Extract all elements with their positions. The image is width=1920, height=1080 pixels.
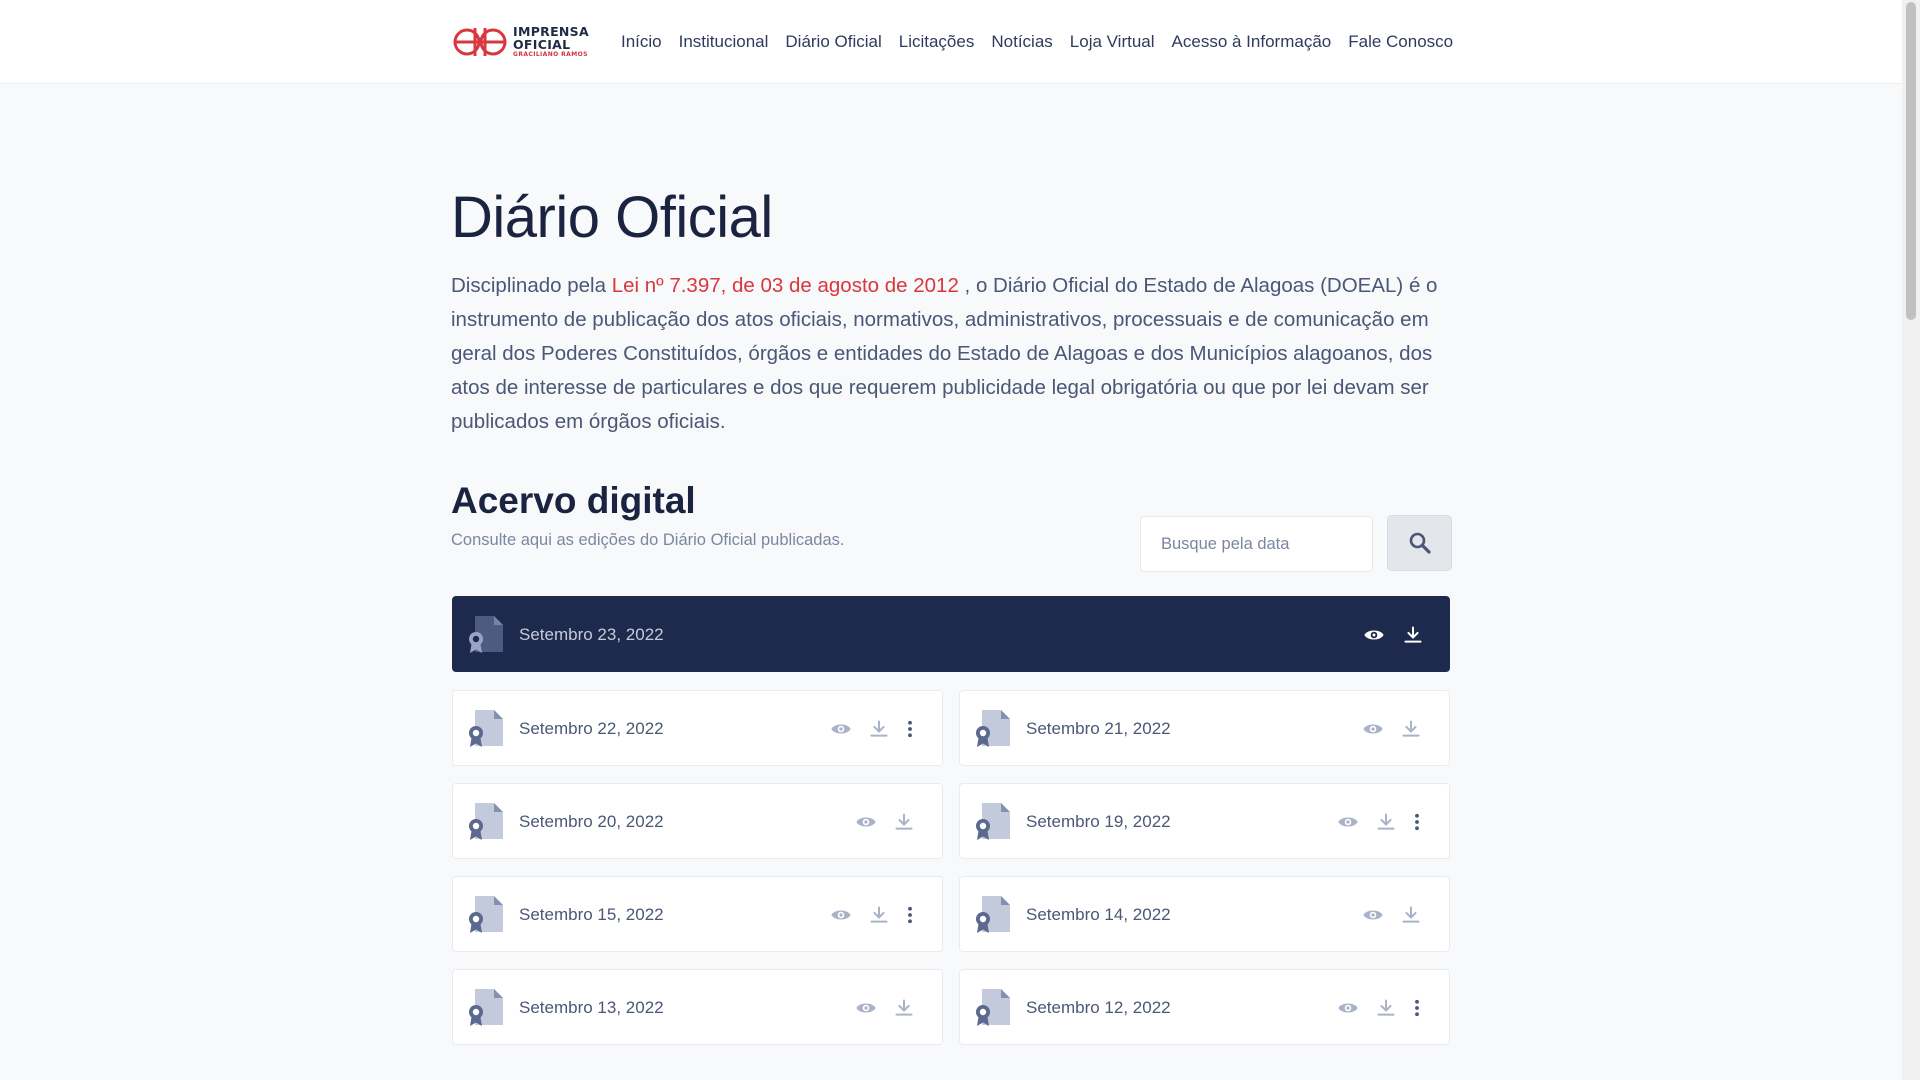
download-button[interactable]: [892, 810, 916, 834]
logo-line-3: GRACILIANO RAMOS: [513, 51, 588, 58]
main-nav: Início Institucional Diário Oficial Lici…: [621, 32, 1453, 52]
view-button[interactable]: [854, 810, 878, 834]
download-icon: [1377, 813, 1395, 830]
nav-noticias[interactable]: Notícias: [991, 32, 1052, 52]
download-button[interactable]: [892, 996, 916, 1020]
logo-emblem-icon: [453, 28, 507, 56]
download-icon: [1402, 720, 1420, 737]
download-icon: [1404, 626, 1422, 643]
edition-date: Setembro 15, 2022: [519, 905, 664, 924]
intro-text-after: , o Diário Oficial do Estado de Alagoas …: [451, 274, 1438, 433]
edition-card[interactable]: Setembro 12, 2022: [959, 969, 1450, 1045]
page-scrollbar[interactable]: [1902, 0, 1920, 1080]
acervo-title: Acervo digital: [451, 480, 696, 521]
logo-line-2: OFICIAL: [513, 36, 571, 52]
more-vertical-icon: [908, 720, 912, 738]
acervo-subtitle: Consulte aqui as edições do Diário Ofici…: [451, 531, 845, 549]
intro-text-before: Disciplinado pela: [451, 274, 612, 297]
edition-date: Setembro 20, 2022: [519, 812, 664, 831]
more-vertical-icon: [1415, 999, 1419, 1017]
view-button[interactable]: [1336, 810, 1360, 834]
more-options-button[interactable]: [898, 717, 922, 741]
edition-card[interactable]: Setembro 22, 2022: [452, 690, 943, 766]
eye-icon: [1364, 630, 1384, 640]
nav-institucional[interactable]: Institucional: [679, 32, 769, 52]
eye-icon: [831, 910, 851, 920]
edition-date: Setembro 22, 2022: [519, 719, 664, 738]
intro-paragraph: Disciplinado pela Lei nº 7.397, de 03 de…: [451, 269, 1451, 439]
eye-icon: [1338, 817, 1358, 827]
edition-date: Setembro 19, 2022: [1026, 812, 1171, 831]
more-vertical-icon: [1415, 813, 1419, 831]
scrollbar-thumb[interactable]: [1906, 2, 1916, 320]
download-icon: [1377, 999, 1395, 1016]
document-ribbon-icon: [469, 989, 503, 1026]
document-ribbon-icon: [469, 896, 503, 933]
download-button[interactable]: [1374, 810, 1398, 834]
view-button[interactable]: [1336, 996, 1360, 1020]
eye-icon: [1363, 724, 1383, 734]
more-options-button[interactable]: [898, 903, 922, 927]
more-vertical-icon: [908, 906, 912, 924]
edition-card[interactable]: Setembro 19, 2022: [959, 783, 1450, 859]
page-title: Diário Oficial: [451, 185, 773, 250]
nav-loja-virtual[interactable]: Loja Virtual: [1070, 32, 1155, 52]
header-inner: IMPRENSA OFICIAL GRACILIANO RAMOS Início…: [451, 0, 1453, 84]
view-button[interactable]: [1361, 717, 1385, 741]
download-button[interactable]: [1374, 996, 1398, 1020]
search-icon: [1409, 532, 1431, 554]
view-button[interactable]: [829, 903, 853, 927]
edition-date: Setembro 13, 2022: [519, 998, 664, 1017]
site-header: IMPRENSA OFICIAL GRACILIANO RAMOS Início…: [0, 0, 1902, 84]
eye-icon: [831, 724, 851, 734]
nav-diario-oficial[interactable]: Diário Oficial: [785, 32, 881, 52]
more-options-button[interactable]: [1405, 810, 1429, 834]
edition-date: Setembro 12, 2022: [1026, 998, 1171, 1017]
edition-card[interactable]: Setembro 21, 2022: [959, 690, 1450, 766]
download-button[interactable]: [1401, 623, 1425, 647]
nav-acesso-informacao[interactable]: Acesso à Informação: [1172, 32, 1332, 52]
download-button[interactable]: [1399, 717, 1423, 741]
logo-wordmark: IMPRENSA OFICIAL GRACILIANO RAMOS: [513, 25, 589, 58]
document-ribbon-icon: [469, 616, 503, 653]
eye-icon: [1338, 1003, 1358, 1013]
edition-date: Setembro 21, 2022: [1026, 719, 1171, 738]
download-icon: [1402, 906, 1420, 923]
download-button[interactable]: [867, 717, 891, 741]
document-ribbon-icon: [976, 896, 1010, 933]
document-ribbon-icon: [469, 710, 503, 747]
download-button[interactable]: [1399, 903, 1423, 927]
site-logo[interactable]: IMPRENSA OFICIAL GRACILIANO RAMOS: [451, 20, 589, 64]
document-ribbon-icon: [469, 803, 503, 840]
edition-card[interactable]: Setembro 13, 2022: [452, 969, 943, 1045]
view-button[interactable]: [1361, 903, 1385, 927]
edition-card[interactable]: Setembro 20, 2022: [452, 783, 943, 859]
search-button[interactable]: [1387, 515, 1452, 571]
date-search-input[interactable]: [1140, 516, 1373, 572]
eye-icon: [856, 1003, 876, 1013]
edition-date: Setembro 23, 2022: [519, 625, 664, 644]
download-icon: [895, 999, 913, 1016]
edition-card[interactable]: Setembro 15, 2022: [452, 876, 943, 952]
nav-inicio[interactable]: Início: [621, 32, 662, 52]
document-ribbon-icon: [976, 989, 1010, 1026]
view-button[interactable]: [854, 996, 878, 1020]
nav-licitacoes[interactable]: Licitações: [899, 32, 975, 52]
nav-fale-conosco[interactable]: Fale Conosco: [1348, 32, 1453, 52]
download-icon: [870, 720, 888, 737]
more-options-button[interactable]: [1405, 996, 1429, 1020]
eye-icon: [1363, 910, 1383, 920]
download-icon: [870, 906, 888, 923]
law-link[interactable]: Lei nº 7.397, de 03 de agosto de 2012: [612, 274, 959, 297]
download-button[interactable]: [867, 903, 891, 927]
document-ribbon-icon: [976, 803, 1010, 840]
eye-icon: [856, 817, 876, 827]
view-button[interactable]: [829, 717, 853, 741]
document-ribbon-icon: [976, 710, 1010, 747]
edition-date: Setembro 14, 2022: [1026, 905, 1171, 924]
view-button[interactable]: [1362, 623, 1386, 647]
featured-edition[interactable]: Setembro 23, 2022: [452, 596, 1450, 672]
download-icon: [895, 813, 913, 830]
edition-card[interactable]: Setembro 14, 2022: [959, 876, 1450, 952]
